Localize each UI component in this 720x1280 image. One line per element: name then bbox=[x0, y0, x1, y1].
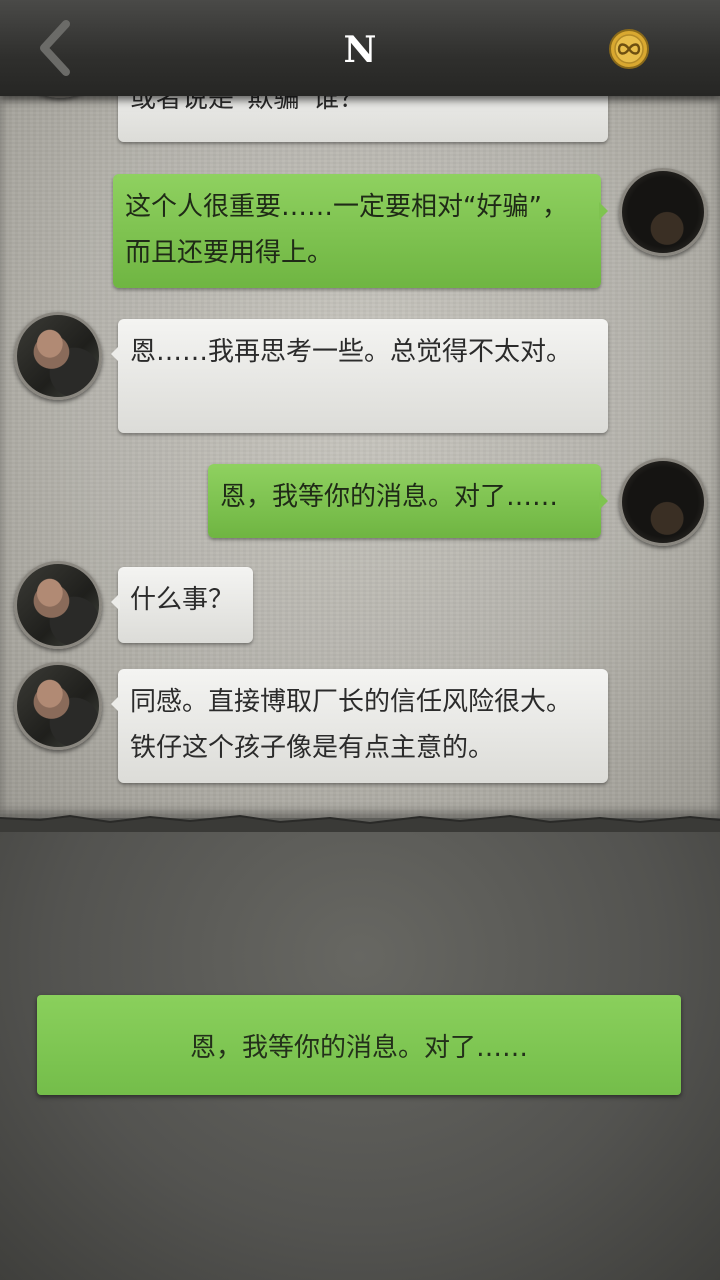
bubble-tail bbox=[102, 593, 120, 611]
reply-option-label: 恩，我等你的消息。对了…… bbox=[189, 1032, 528, 1063]
message-bubble-incoming: 同感。直接博取厂长的信任风险很大。铁仔这个孩子像是有点主意的。 bbox=[111, 669, 608, 783]
chat-log[interactable]: 或者说是“欺骗”谁？ 这个人很重要……一定要相对“好骗”，而且还要用得上。 恩…… bbox=[0, 96, 720, 818]
message-bubble-outgoing: 恩，我等你的消息。对了…… bbox=[208, 464, 608, 538]
message-bubble-incoming: 或者说是“欺骗”谁？ bbox=[118, 96, 608, 142]
message-bubble-incoming: 什么事？ bbox=[111, 567, 253, 643]
coin-button[interactable] bbox=[608, 28, 650, 70]
message-text: 这个人很重要……一定要相对“好骗”，而且还要用得上。 bbox=[125, 192, 568, 268]
bubble-tail bbox=[599, 492, 617, 510]
message-text: 什么事？ bbox=[130, 585, 235, 615]
paper-torn-edge bbox=[0, 814, 720, 832]
reply-option-button[interactable]: 恩，我等你的消息。对了…… bbox=[37, 995, 681, 1095]
message-text: 同感。直接博取厂长的信任风险很大。铁仔这个孩子像是有点主意的。 bbox=[130, 687, 573, 763]
avatar bbox=[14, 662, 102, 750]
bubble-tail bbox=[102, 345, 120, 363]
message-text: 恩……我再思考一些。总觉得不太对。 bbox=[130, 337, 573, 367]
message-text: 或者说是“欺骗”谁？ bbox=[130, 96, 365, 114]
avatar bbox=[619, 458, 707, 546]
infinity-coin-icon bbox=[609, 29, 649, 69]
message-bubble-outgoing: 这个人很重要……一定要相对“好骗”，而且还要用得上。 bbox=[113, 174, 608, 288]
avatar bbox=[14, 312, 102, 400]
bubble-tail bbox=[599, 202, 617, 220]
top-bar: N bbox=[0, 0, 720, 96]
avatar bbox=[16, 96, 104, 98]
avatar bbox=[14, 561, 102, 649]
bubble-tail bbox=[102, 695, 120, 713]
avatar bbox=[619, 168, 707, 256]
message-text: 恩，我等你的消息。对了…… bbox=[220, 482, 559, 512]
message-bubble-incoming: 恩……我再思考一些。总觉得不太对。 bbox=[111, 319, 608, 433]
